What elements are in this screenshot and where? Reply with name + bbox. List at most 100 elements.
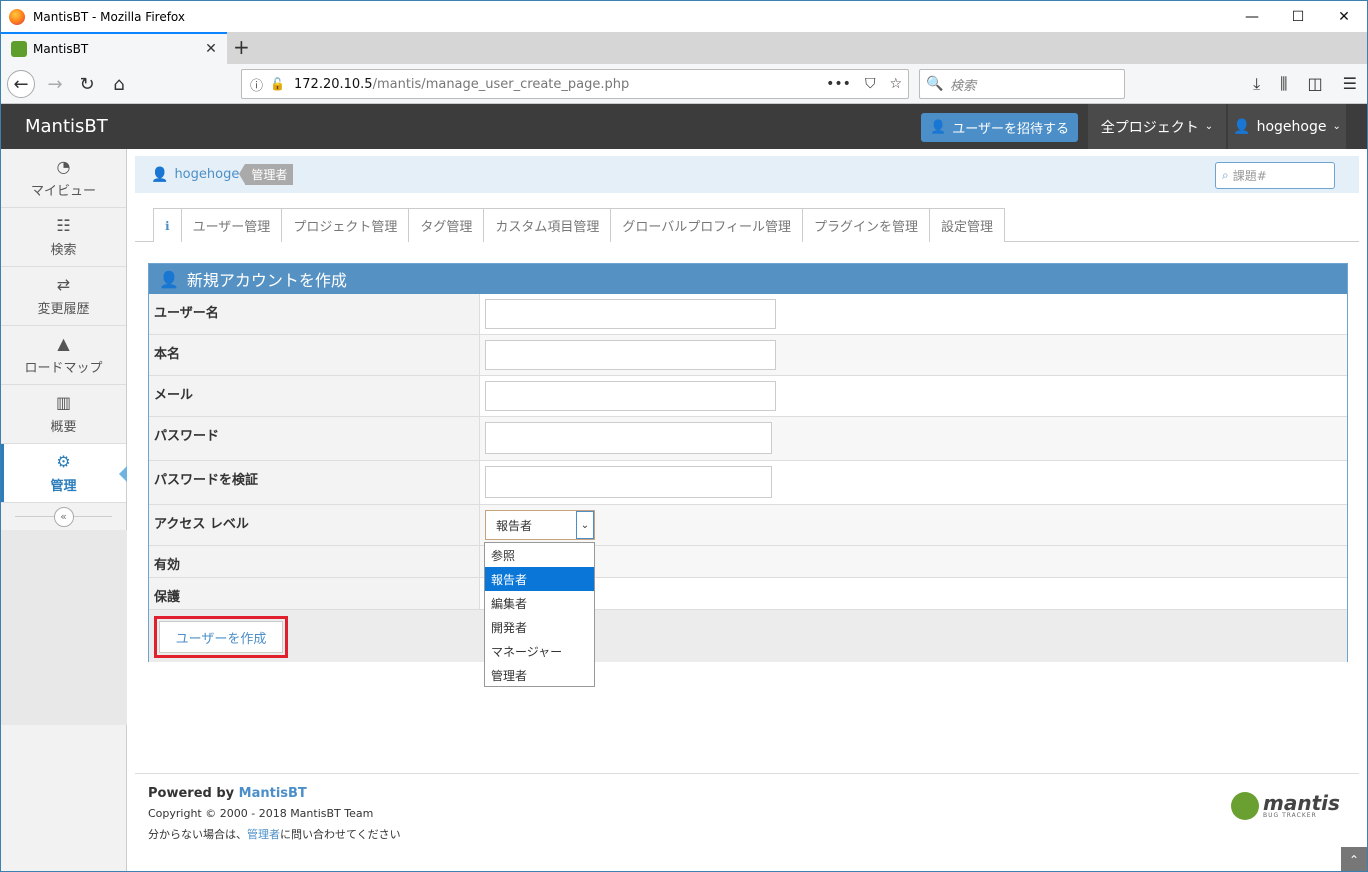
password-verify-label: パスワードを検証 [149, 461, 480, 504]
password-field[interactable] [485, 422, 772, 454]
access-level-dropdown: 参照 報告者 編集者 開発者 マネージャー 管理者 [484, 542, 595, 687]
breadcrumb: 👤 hogehoge 管理者 ⌕ 課題# [135, 156, 1359, 193]
row-realname: 本名 [149, 335, 1347, 376]
home-button[interactable]: ⌂ [105, 70, 133, 98]
sidebar-filler [1, 530, 127, 725]
email-field[interactable] [485, 381, 776, 411]
tab-manage-users[interactable]: ユーザー管理 [180, 208, 283, 242]
sidebar-item-search[interactable]: ☷ 検索 [1, 208, 126, 267]
role-badge: 管理者 [239, 164, 294, 185]
option-viewer[interactable]: 参照 [485, 543, 594, 567]
close-window-button[interactable]: ✕ [1321, 1, 1367, 32]
enabled-checkbox[interactable] [480, 546, 1347, 577]
project-selector[interactable]: 全プロジェクト ⌄ [1088, 104, 1226, 149]
sidebar-item-changelog[interactable]: ⇄ 変更履歴 [1, 267, 126, 326]
password-label: パスワード [149, 417, 480, 460]
option-updater[interactable]: 編集者 [485, 591, 594, 615]
collapse-sidebar-button[interactable]: « [53, 506, 74, 527]
close-tab-icon[interactable]: ✕ [201, 41, 221, 57]
tab-custom-fields[interactable]: カスタム項目管理 [483, 208, 612, 242]
sidebar-item-label: マイビュー [30, 184, 96, 199]
new-tab-button[interactable]: + [233, 35, 250, 59]
password-verify-field[interactable] [485, 466, 772, 498]
option-developer[interactable]: 開発者 [485, 615, 594, 639]
option-reporter[interactable]: 報告者 [485, 567, 594, 591]
logo-subtext: BUG TRACKER [1263, 812, 1317, 819]
tab-config[interactable]: 設定管理 [929, 208, 1006, 242]
scroll-to-top-button[interactable]: ⌃ [1341, 847, 1367, 871]
sidebar-collapse: « [1, 503, 126, 531]
tab-manage-tags[interactable]: タグ管理 [408, 208, 485, 242]
tab-title: MantisBT [33, 42, 89, 56]
search-icon: ⌕ [1222, 168, 1229, 182]
logo-text: mantis [1263, 791, 1340, 815]
mantis-logo[interactable]: mantis BUG TRACKER [1231, 788, 1341, 824]
username-field[interactable] [485, 299, 776, 329]
issue-search-input[interactable]: ⌕ 課題# [1215, 162, 1335, 189]
admin-link[interactable]: 管理者 [247, 828, 280, 841]
help-suffix: に問い合わせてください [280, 828, 401, 841]
sidebar-item-my-view[interactable]: ◔ マイビュー [1, 149, 126, 208]
forward-button[interactable]: → [41, 70, 69, 98]
tab-manage-projects[interactable]: プロジェクト管理 [281, 208, 410, 242]
retweet-icon: ⇄ [56, 275, 71, 294]
insecure-lock-icon: 🔓 [270, 77, 285, 91]
sidebar-item-summary[interactable]: ▥ 概要 [1, 385, 126, 444]
user-menu-label: hogehoge [1256, 118, 1327, 135]
realname-label: 本名 [149, 335, 480, 375]
row-password: パスワード [149, 417, 1347, 461]
tab-manage-plugins[interactable]: プラグインを管理 [801, 208, 930, 242]
pocket-icon[interactable]: ⛉ [865, 76, 876, 92]
maximize-button[interactable]: ☐ [1275, 1, 1321, 32]
sidebar-item-label: 検索 [50, 243, 77, 258]
browser-search-bar[interactable]: 🔍 検索 [919, 69, 1125, 99]
realname-field[interactable] [485, 340, 776, 370]
download-icon[interactable]: ⤓ [1253, 74, 1260, 94]
create-user-button[interactable]: ユーザーを作成 [159, 621, 283, 653]
sidebar-item-roadmap[interactable]: ▲ ロードマップ [1, 326, 126, 385]
page-footer: Powered by MantisBT Copyright © 2000 - 2… [135, 773, 1359, 842]
sidebar-toggle-icon[interactable]: ◫ [1308, 74, 1323, 94]
sidebar-item-manage[interactable]: ⚙ 管理 [1, 444, 127, 503]
reload-button[interactable]: ↻ [73, 70, 101, 98]
user-menu[interactable]: 👤 hogehoge ⌄ [1228, 104, 1346, 149]
library-icon[interactable]: ⫼ [1280, 74, 1287, 94]
chevron-down-icon[interactable]: ⌄ [576, 511, 594, 539]
sidebar-item-label: 管理 [50, 479, 77, 494]
option-administrator[interactable]: 管理者 [485, 663, 594, 687]
info-icon[interactable]: ⓘ [250, 75, 270, 94]
back-button[interactable]: ← [7, 70, 35, 98]
user-icon: 👤 [1233, 118, 1251, 135]
chevron-down-icon: ⌄ [1332, 121, 1341, 132]
url-host: 172.20.10.5 [294, 76, 373, 92]
page-actions-icon[interactable]: ••• [826, 76, 851, 92]
minimize-button[interactable]: — [1229, 1, 1275, 32]
email-label: メール [149, 376, 480, 416]
dashboard-icon: ◔ [56, 157, 71, 176]
mantisbt-link[interactable]: MantisBT [239, 786, 307, 801]
invite-user-button[interactable]: 👤 ユーザーを招待する [921, 113, 1078, 142]
tab-strip: MantisBT ✕ + [1, 32, 1367, 64]
panel-footer: ユーザーを作成 [149, 610, 1347, 662]
tab-global-profiles[interactable]: グローバルプロフィール管理 [610, 208, 803, 242]
access-level-select[interactable]: 報告者 ⌄ [485, 510, 595, 540]
firefox-icon [9, 8, 25, 25]
protected-checkbox[interactable] [480, 578, 1347, 609]
option-manager[interactable]: マネージャー [485, 639, 594, 663]
tab-info[interactable]: ℹ [153, 208, 182, 242]
title-bar: MantisBT - Mozilla Firefox — ☐ ✕ [1, 1, 1367, 32]
access-level-label: アクセス レベル [149, 505, 480, 545]
url-text[interactable]: 172.20.10.5/mantis/manage_user_create_pa… [294, 77, 629, 92]
bookmark-star-icon[interactable]: ☆ [889, 76, 902, 92]
browser-tab[interactable]: MantisBT ✕ [1, 32, 227, 64]
menu-icon[interactable]: ☰ [1343, 74, 1357, 94]
project-selector-label: 全プロジェクト [1100, 119, 1199, 136]
brand-logo[interactable]: MantisBT [25, 116, 108, 137]
mantis-bug-icon [1231, 792, 1259, 820]
enabled-label: 有効 [149, 546, 480, 577]
panel-title: 新規アカウントを作成 [186, 271, 347, 290]
breadcrumb-username[interactable]: hogehoge [174, 167, 239, 182]
url-bar[interactable]: ⓘ 🔓 172.20.10.5/mantis/manage_user_creat… [241, 69, 909, 99]
gears-icon: ⚙ [56, 452, 71, 471]
create-account-panel: 👤 新規アカウントを作成 ユーザー名 本名 メール パスワード パスワードを検証 [148, 263, 1348, 662]
